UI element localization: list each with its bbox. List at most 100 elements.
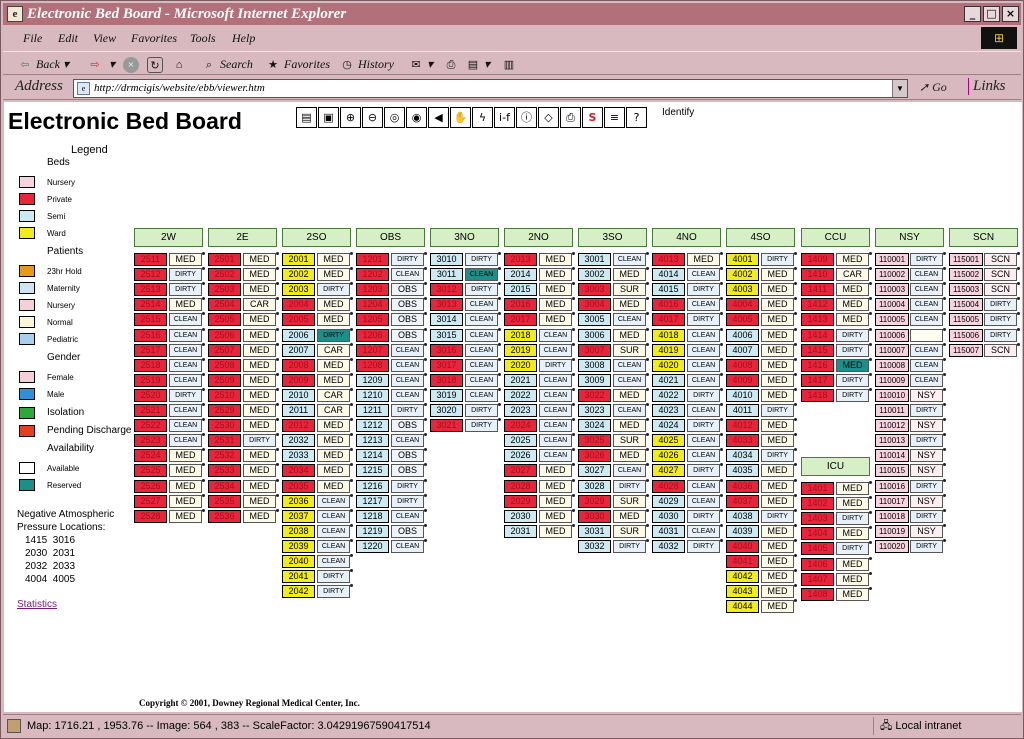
bed-status[interactable]: MED: [317, 358, 350, 372]
bed-row[interactable]: 3006 MED: [578, 327, 649, 342]
list-icon[interactable]: ≡: [604, 107, 625, 128]
bed-status[interactable]: DIRTY: [761, 509, 794, 523]
bed-status[interactable]: MED: [243, 313, 276, 327]
bed-row[interactable]: 4040 MED: [726, 538, 797, 553]
bed-status[interactable]: MED: [761, 328, 794, 342]
bed-status[interactable]: DIRTY: [391, 494, 424, 508]
bed-status[interactable]: CLEAN: [317, 539, 350, 553]
bed-status[interactable]: MED: [836, 298, 869, 312]
bed-number[interactable]: 4042: [726, 570, 759, 584]
bed-row[interactable]: 2510 MED: [208, 387, 279, 402]
menu-edit[interactable]: Edit: [58, 27, 78, 49]
bed-status[interactable]: MED: [761, 494, 794, 508]
bed-row[interactable]: 4006 MED: [726, 327, 797, 342]
bed-number[interactable]: 2535: [208, 494, 241, 508]
zoom-out-icon[interactable]: ⊖: [362, 107, 383, 128]
bed-row[interactable]: 1214 OBS: [356, 448, 427, 463]
bed-status[interactable]: CLEAN: [169, 313, 202, 327]
zoom-back-icon[interactable]: ◉: [406, 107, 427, 128]
bed-number[interactable]: 2521: [134, 404, 167, 417]
bed-number[interactable]: 2029: [504, 494, 537, 508]
bed-number[interactable]: 2533: [208, 464, 241, 478]
bed-row[interactable]: 4042 MED: [726, 569, 797, 584]
bed-row[interactable]: 1216 DIRTY: [356, 478, 427, 493]
bed-status[interactable]: DIRTY: [910, 434, 943, 448]
bed-number[interactable]: 1211: [356, 404, 389, 417]
bed-number[interactable]: 2503: [208, 283, 241, 297]
menu-help[interactable]: Help: [232, 27, 255, 49]
bed-row[interactable]: 110014 NSY: [875, 448, 946, 463]
bed-number[interactable]: 2015: [504, 283, 537, 297]
statistics-link[interactable]: Statistics: [17, 599, 57, 610]
bed-number[interactable]: 1414: [801, 328, 834, 342]
bed-status[interactable]: MED: [761, 419, 794, 433]
bed-row[interactable]: 2524 MED: [134, 448, 205, 463]
bed-status[interactable]: CLEAN: [317, 509, 350, 523]
bed-number[interactable]: 4028: [652, 479, 685, 493]
bed-status[interactable]: DIRTY: [687, 283, 720, 297]
bed-row[interactable]: 2028 MED: [504, 478, 575, 493]
bed-row[interactable]: 1217 DIRTY: [356, 493, 427, 508]
bed-number[interactable]: 1407: [801, 572, 834, 586]
bed-number[interactable]: 110016: [875, 479, 909, 493]
bed-row[interactable]: 110012 NSY: [875, 418, 946, 433]
bed-number[interactable]: 4020: [652, 358, 685, 372]
bed-row[interactable]: 1211 DIRTY: [356, 403, 427, 417]
bed-row[interactable]: 1219 OBS: [356, 523, 427, 538]
bed-row[interactable]: 1209 CLEAN: [356, 372, 427, 387]
bed-status[interactable]: MED: [243, 404, 276, 417]
bed-number[interactable]: 1209: [356, 373, 389, 387]
bed-number[interactable]: 1208: [356, 358, 389, 372]
bed-number[interactable]: 3016: [430, 343, 463, 357]
bed-row[interactable]: 3028 DIRTY: [578, 478, 649, 493]
bed-row[interactable]: 4003 MED: [726, 282, 797, 297]
bed-row[interactable]: 3017 CLEAN: [430, 357, 501, 372]
bed-row[interactable]: 4032 DIRTY: [652, 538, 723, 553]
bed-row[interactable]: 4024 DIRTY: [652, 418, 723, 433]
bed-number[interactable]: 2041: [282, 570, 315, 584]
bed-number[interactable]: 2510: [208, 388, 241, 402]
bed-status[interactable]: CLEAN: [687, 494, 720, 508]
bed-number[interactable]: 4031: [652, 524, 685, 538]
bed-row[interactable]: 4038 DIRTY: [726, 508, 797, 523]
bed-row[interactable]: 1204 OBS: [356, 297, 427, 312]
bed-status[interactable]: MED: [243, 464, 276, 478]
bed-row[interactable]: 110003 CLEAN: [875, 282, 946, 297]
bed-status[interactable]: CLEAN: [687, 328, 720, 342]
bed-status[interactable]: DIRTY: [243, 434, 276, 448]
bed-number[interactable]: 3018: [430, 373, 463, 387]
bed-row[interactable]: 4030 DIRTY: [652, 508, 723, 523]
bed-number[interactable]: 1218: [356, 509, 389, 523]
bed-row[interactable]: 2002 MED: [282, 267, 353, 282]
bed-status[interactable]: CLEAN: [539, 419, 572, 433]
bed-status[interactable]: NSY: [910, 524, 943, 538]
unit-header[interactable]: 4NO: [652, 228, 721, 247]
bed-status[interactable]: CLEAN: [539, 434, 572, 448]
bed-status[interactable]: SCN: [984, 268, 1017, 282]
bed-number[interactable]: 4041: [726, 555, 759, 568]
bed-row[interactable]: 1417 DIRTY: [801, 372, 872, 387]
bed-number[interactable]: 2508: [208, 358, 241, 372]
bed-status[interactable]: CLEAN: [687, 268, 720, 282]
address-dropdown-icon[interactable]: ▼: [892, 80, 907, 97]
bed-status[interactable]: CLEAN: [687, 449, 720, 463]
bed-row[interactable]: 110010 NSY: [875, 387, 946, 402]
bed-status[interactable]: MED: [761, 585, 794, 599]
bed-row[interactable]: 1415 DIRTY: [801, 342, 872, 357]
bed-row[interactable]: 3014 CLEAN: [430, 312, 501, 327]
bed-row[interactable]: 4044 MED: [726, 599, 797, 614]
bed-status[interactable]: DIRTY: [465, 419, 498, 433]
bed-number[interactable]: 2519: [134, 373, 167, 387]
bed-status[interactable]: MED: [836, 482, 869, 495]
bed-row[interactable]: 4019 CLEAN: [652, 342, 723, 357]
bed-row[interactable]: 4012 MED: [726, 418, 797, 433]
bed-number[interactable]: 3027: [578, 464, 611, 478]
bed-number[interactable]: 4039: [726, 524, 759, 538]
bed-number[interactable]: 1408: [801, 587, 834, 601]
bed-status[interactable]: MED: [836, 497, 869, 511]
unit-header[interactable]: ICU: [801, 457, 870, 476]
bed-row[interactable]: 2505 MED: [208, 312, 279, 327]
bed-row[interactable]: 2036 CLEAN: [282, 493, 353, 508]
bed-row[interactable]: 3012 DIRTY: [430, 282, 501, 297]
bed-number[interactable]: 2001: [282, 253, 315, 266]
